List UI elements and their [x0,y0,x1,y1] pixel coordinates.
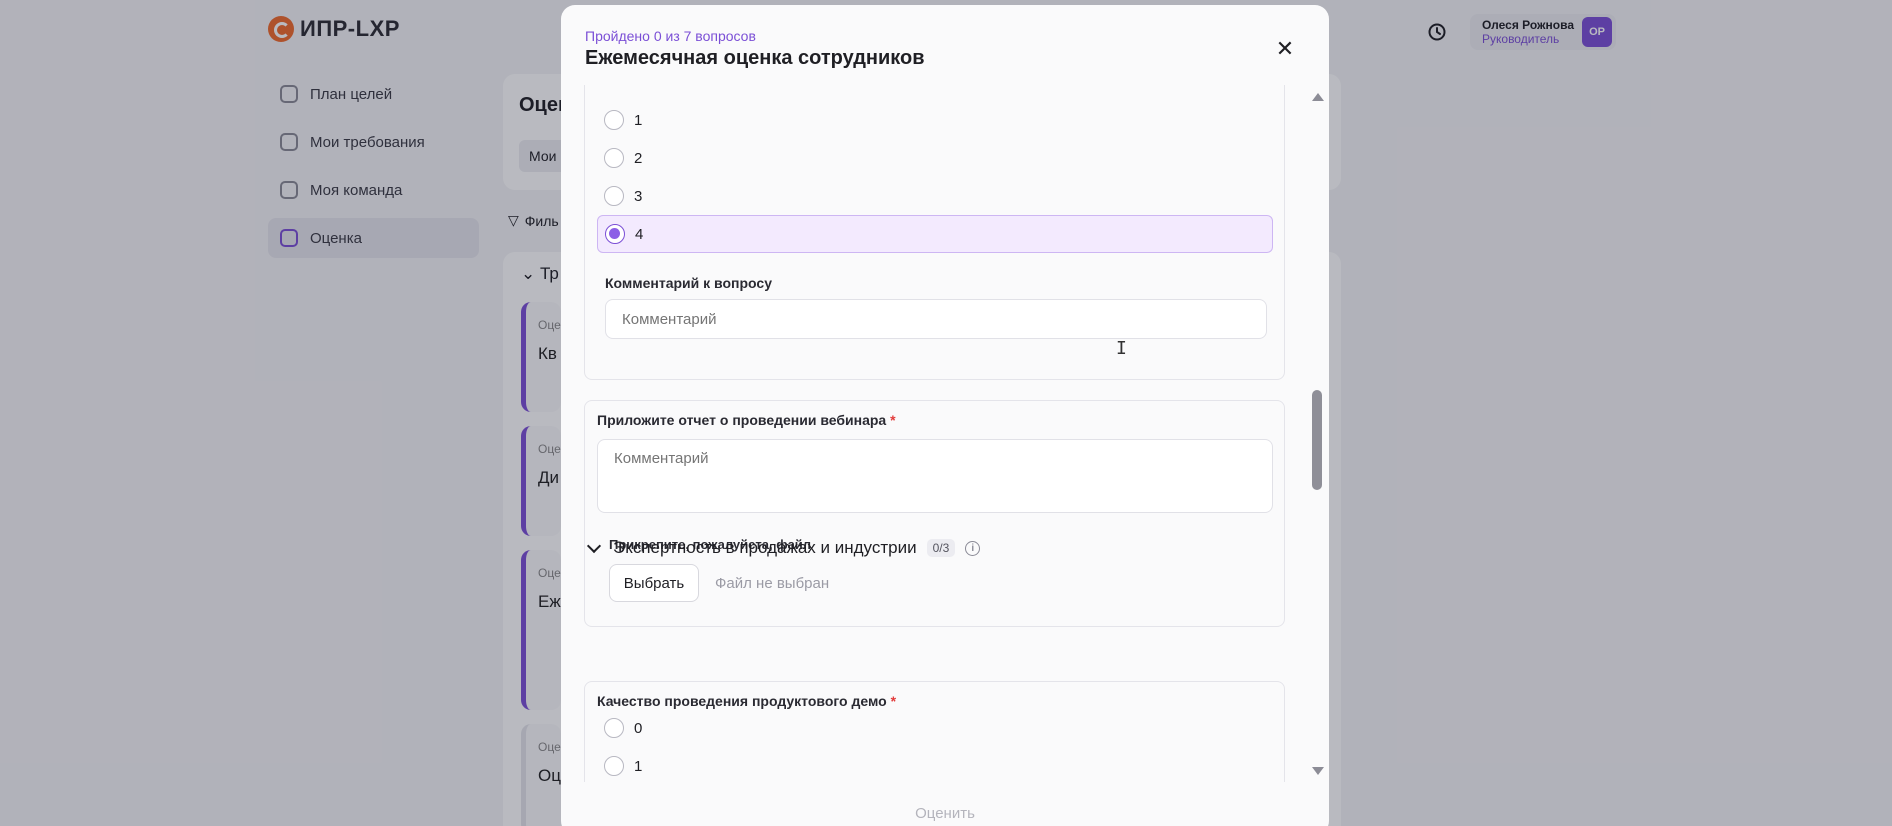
radio-option-1[interactable]: 1 [597,747,1273,782]
comment-input[interactable] [605,299,1267,339]
scrollbar[interactable] [1311,85,1324,782]
radio-button[interactable] [604,110,624,130]
radio-button[interactable] [604,718,624,738]
radio-option-3[interactable]: 3 [597,177,1273,215]
text-cursor-icon: I [1116,338,1127,359]
radio-button-checked[interactable] [605,224,625,244]
question-title: Приложите отчет о проведении вебинара * [597,412,896,428]
radio-option-1[interactable]: 1 [597,101,1273,139]
evaluation-modal: Пройдено 0 из 7 вопросов Ежемесячная оце… [561,5,1329,826]
close-icon: ✕ [1275,36,1295,61]
info-icon[interactable]: i [965,540,981,556]
report-comment-textarea[interactable] [597,439,1273,513]
modal-title: Ежемесячная оценка сотрудников [585,47,925,69]
question-title-text: Качество проведения продуктового демо [597,693,887,709]
radio-button[interactable] [604,186,624,206]
question-card: 1 2 3 4 Комментарий к вопросу [584,85,1285,380]
section-title: Экспертность в продажах и индустрии [613,538,917,557]
close-button[interactable]: ✕ [1273,36,1297,61]
radio-label: 3 [634,187,643,205]
submit-button[interactable]: Оценить [561,805,1329,822]
comment-label: Комментарий к вопросу [605,275,772,291]
radio-label: 4 [635,225,644,243]
required-mark: * [890,693,897,709]
radio-label: 2 [634,149,643,167]
radio-button[interactable] [604,148,624,168]
progress-text: Пройдено 0 из 7 вопросов [585,28,756,44]
question-card: Качество проведения продуктового демо * … [584,681,1285,782]
scrollbar-thumb[interactable] [1312,390,1322,490]
question-title: Качество проведения продуктового демо * [597,693,896,709]
required-mark: * [890,412,896,428]
questions-scroll-area[interactable]: 1 2 3 4 Комментарий к вопросу Приложите … [561,85,1329,782]
radio-label: 1 [634,111,643,129]
radio-button[interactable] [604,756,624,776]
radio-label: 1 [634,757,643,775]
question-title-text: Приложите отчет о проведении вебинара [597,412,887,428]
chevron-down-icon [586,538,602,554]
radio-option-2[interactable]: 2 [597,139,1273,177]
file-status: Файл не выбран [715,575,830,592]
scroll-up-arrow-icon[interactable] [1312,93,1324,101]
question-card: Приложите отчет о проведении вебинара * … [584,400,1285,627]
scroll-down-arrow-icon[interactable] [1312,767,1324,775]
radio-label: 0 [634,719,643,737]
radio-option-4[interactable]: 4 [597,215,1273,253]
choose-file-button[interactable]: Выбрать [609,564,699,602]
section-progress-badge: 0/3 [926,539,956,557]
section-header[interactable]: Экспертность в продажах и индустрии 0/3 … [585,538,981,558]
radio-option-0[interactable]: 0 [597,709,1273,747]
